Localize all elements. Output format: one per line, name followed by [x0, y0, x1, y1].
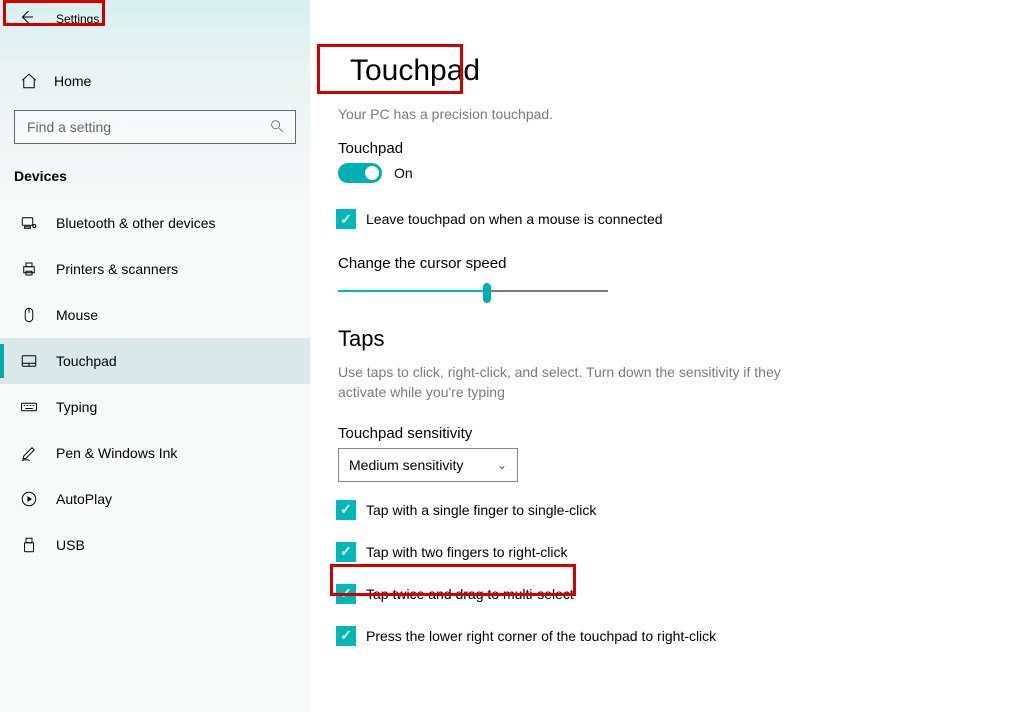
touchpad-toggle[interactable] — [338, 163, 382, 183]
back-arrow-icon[interactable] — [18, 8, 36, 30]
sidebar-item-label: Pen & Windows Ink — [56, 445, 177, 461]
sidebar-item-autoplay[interactable]: AutoPlay — [0, 476, 310, 522]
checkbox-icon — [336, 542, 356, 562]
sidebar-section-title: Devices — [0, 164, 310, 200]
check-label: Tap twice and drag to multi-select — [366, 586, 574, 602]
checkbox-icon — [336, 584, 356, 604]
touchpad-toggle-label: Touchpad — [338, 140, 984, 157]
sidebar-item-label: USB — [56, 537, 85, 553]
precision-note: Your PC has a precision touchpad. — [338, 106, 984, 122]
sidebar-item-touchpad[interactable]: Touchpad — [0, 338, 310, 384]
cursor-speed-slider[interactable] — [338, 290, 608, 292]
search-input[interactable] — [25, 118, 269, 136]
header-row: Settings — [0, 4, 310, 34]
check-label: Leave touchpad on when a mouse is connec… — [366, 211, 663, 227]
home-icon — [20, 72, 38, 90]
sidebar-item-label: Touchpad — [56, 353, 117, 369]
tap-two-finger-check[interactable]: Tap with two fingers to right-click — [336, 538, 984, 566]
autoplay-icon — [20, 490, 38, 508]
sidebar-item-typing[interactable]: Typing — [0, 384, 310, 430]
printer-icon — [20, 260, 38, 278]
check-label: Tap with a single finger to single-click — [366, 502, 596, 518]
sidebar-item-usb[interactable]: USB — [0, 522, 310, 568]
check-label: Tap with two fingers to right-click — [366, 544, 568, 560]
press-corner-check[interactable]: Press the lower right corner of the touc… — [336, 622, 984, 650]
search-box[interactable] — [14, 110, 296, 144]
sensitivity-dropdown[interactable]: Medium sensitivity ⌄ — [338, 448, 518, 482]
settings-title: Settings — [56, 12, 99, 26]
checkbox-icon — [336, 209, 356, 229]
checkbox-icon — [336, 626, 356, 646]
sidebar-item-label: Printers & scanners — [56, 261, 178, 277]
sidebar: Settings Home Devices Bluetooth & other … — [0, 0, 310, 712]
pen-icon — [20, 444, 38, 462]
cursor-speed-label: Change the cursor speed — [338, 255, 984, 272]
mouse-icon — [20, 306, 38, 324]
sidebar-item-mouse[interactable]: Mouse — [0, 292, 310, 338]
chevron-down-icon: ⌄ — [497, 458, 507, 472]
main-panel: Touchpad Your PC has a precision touchpa… — [310, 0, 1024, 712]
tap-single-finger-check[interactable]: Tap with a single finger to single-click — [336, 496, 984, 524]
taps-desc: Use taps to click, right-click, and sele… — [338, 362, 798, 403]
sensitivity-value: Medium sensitivity — [349, 457, 463, 473]
leave-touchpad-on-check[interactable]: Leave touchpad on when a mouse is connec… — [336, 205, 984, 233]
touchpad-icon — [20, 352, 38, 370]
bluetooth-icon — [20, 214, 38, 232]
sidebar-item-bluetooth[interactable]: Bluetooth & other devices — [0, 200, 310, 246]
sidebar-item-label: Bluetooth & other devices — [56, 215, 216, 231]
page-title: Touchpad — [336, 46, 494, 96]
search-icon — [269, 118, 285, 137]
touchpad-toggle-state: On — [394, 165, 413, 181]
check-label: Press the lower right corner of the touc… — [366, 628, 716, 644]
taps-heading: Taps — [338, 326, 984, 352]
sidebar-item-label: Mouse — [56, 307, 98, 323]
sidebar-home-label: Home — [54, 73, 91, 89]
usb-icon — [20, 536, 38, 554]
sensitivity-label: Touchpad sensitivity — [338, 425, 984, 442]
sidebar-item-printers[interactable]: Printers & scanners — [0, 246, 310, 292]
tap-twice-drag-check[interactable]: Tap twice and drag to multi-select — [336, 580, 984, 608]
checkbox-icon — [336, 500, 356, 520]
sidebar-item-label: Typing — [56, 399, 97, 415]
sidebar-item-pen[interactable]: Pen & Windows Ink — [0, 430, 310, 476]
sidebar-home[interactable]: Home — [0, 60, 310, 102]
keyboard-icon — [20, 398, 38, 416]
sidebar-item-label: AutoPlay — [56, 491, 112, 507]
